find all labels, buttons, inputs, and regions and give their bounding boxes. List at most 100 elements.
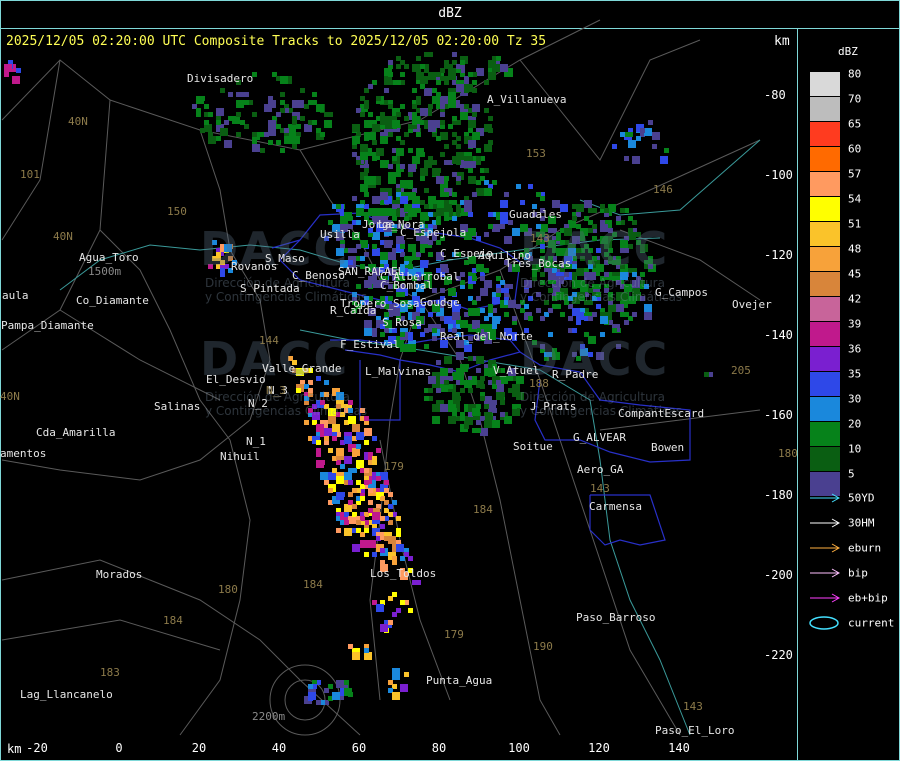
place-label: C_Espejola <box>400 226 467 239</box>
radar-echo-pixel <box>468 140 476 148</box>
radar-echo-pixel <box>316 460 324 468</box>
radar-echo-pixel <box>420 332 425 337</box>
radar-echo-pixel <box>460 364 468 372</box>
track-legend-label: eburn <box>848 541 882 555</box>
legend-swatch <box>810 97 840 121</box>
radar-echo-pixel <box>364 212 369 217</box>
radar-echo-pixel <box>480 288 488 296</box>
radar-echo-pixel <box>368 540 376 548</box>
radar-echo-pixel <box>464 204 472 212</box>
radar-echo-pixel <box>240 120 245 125</box>
legend-swatch-label: 65 <box>848 117 862 131</box>
radar-echo-pixel <box>664 148 669 153</box>
radar-echo-pixel <box>308 692 313 697</box>
radar-echo-pixel <box>408 184 413 189</box>
radar-echo-pixel <box>468 84 473 89</box>
radar-echo-pixel <box>440 120 445 125</box>
radar-echo-pixel <box>344 456 352 464</box>
place-label: Los_Toldos <box>370 567 437 580</box>
radar-echo-pixel <box>604 208 609 213</box>
radar-echo-pixel <box>588 208 593 213</box>
radar-echo-pixel <box>408 336 413 341</box>
track-arrow-icon <box>810 593 841 603</box>
radar-echo-pixel <box>456 160 461 165</box>
radar-echo-pixel <box>540 316 545 321</box>
radar-echo-pixel <box>280 92 285 97</box>
radar-echo-pixel <box>376 448 381 453</box>
radar-echo-pixel <box>332 692 340 700</box>
radar-echo-pixel <box>452 52 457 57</box>
place-label: N_1 <box>246 435 266 448</box>
radar-echo-pixel <box>312 92 317 97</box>
radar-echo-pixel <box>480 308 485 313</box>
radar-echo-pixel <box>444 160 449 165</box>
elevation-label-1: 1500m <box>88 265 122 278</box>
radar-echo-pixel <box>484 108 489 113</box>
radar-echo-pixel <box>424 204 429 209</box>
radar-echo-pixel <box>344 520 349 525</box>
legend-swatch-label: 30 <box>848 392 862 406</box>
radar-echo-pixel <box>436 80 441 85</box>
place-label: Pampa_Diamante <box>1 319 94 332</box>
radar-echo-pixel <box>208 136 216 144</box>
radar-echo-pixel <box>480 324 485 329</box>
radar-echo-pixel <box>620 208 625 213</box>
place-label: N_2 <box>248 397 268 410</box>
radar-echo-pixel <box>432 96 440 104</box>
radar-echo-pixel <box>424 344 429 349</box>
radar-echo-pixel <box>628 216 633 221</box>
place-label: R_Padre <box>552 368 599 381</box>
radar-echo-pixel <box>348 516 356 524</box>
radar-echo-pixel <box>252 144 260 152</box>
radar-echo-pixel <box>552 200 560 208</box>
radar-echo-pixel <box>416 580 421 585</box>
place-label: Valle_Grande <box>262 362 342 375</box>
radar-echo-pixel <box>380 524 385 529</box>
radar-echo-pixel <box>372 460 377 465</box>
radar-echo-pixel <box>288 124 296 132</box>
route-number-label: 150 <box>167 205 187 218</box>
place-label: Morados <box>96 568 143 581</box>
legend-swatch-label: 36 <box>848 342 862 356</box>
radar-echo-pixel <box>512 228 520 236</box>
radar-echo-pixel <box>472 192 477 197</box>
radar-echo-pixel <box>652 132 660 140</box>
radar-echo-pixel <box>600 316 608 324</box>
radar-echo-pixel <box>536 192 541 197</box>
radar-echo-pixel <box>492 420 500 428</box>
place-label: Soitue <box>513 440 553 453</box>
radar-echo-pixel <box>640 128 645 133</box>
radar-echo-pixel <box>372 156 377 161</box>
route-number-label: 205 <box>731 364 751 377</box>
place-label: Jorge <box>362 218 396 231</box>
track-arrow-icon <box>810 568 841 578</box>
place-label: Real_del_Norte <box>440 330 533 343</box>
legend-swatch-label: 80 <box>848 67 862 81</box>
radar-echo-pixel <box>500 280 505 285</box>
route-number-label: 180 <box>778 447 798 460</box>
radar-echo-pixel <box>392 156 397 161</box>
radar-echo-pixel <box>364 468 369 473</box>
radar-echo-pixel <box>296 100 304 108</box>
radar-echo-pixel <box>400 344 408 352</box>
radar-echo-pixel <box>428 120 433 125</box>
radar-echo-pixel <box>344 528 352 536</box>
radar-echo-pixel <box>452 200 457 205</box>
radar-echo-pixel <box>500 200 508 208</box>
radar-echo-pixel <box>396 516 401 521</box>
legend-swatch <box>810 72 840 96</box>
radar-echo-pixel <box>452 216 457 221</box>
radar-echo-pixel <box>360 496 365 501</box>
radar-echo-pixel <box>416 148 424 156</box>
radar-echo-pixel <box>204 104 209 109</box>
radar-echo-pixel <box>456 144 461 149</box>
radar-echo-pixel <box>216 108 224 116</box>
place-label: S_Maso <box>265 252 305 265</box>
radar-echo-pixel <box>328 488 333 493</box>
radar-echo-pixel <box>364 176 372 184</box>
radar-echo-pixel <box>420 64 425 69</box>
radar-echo-pixel <box>380 472 388 480</box>
radar-echo-pixel <box>584 216 589 221</box>
radar-map[interactable] <box>0 0 900 761</box>
radar-echo-pixel <box>232 116 240 124</box>
